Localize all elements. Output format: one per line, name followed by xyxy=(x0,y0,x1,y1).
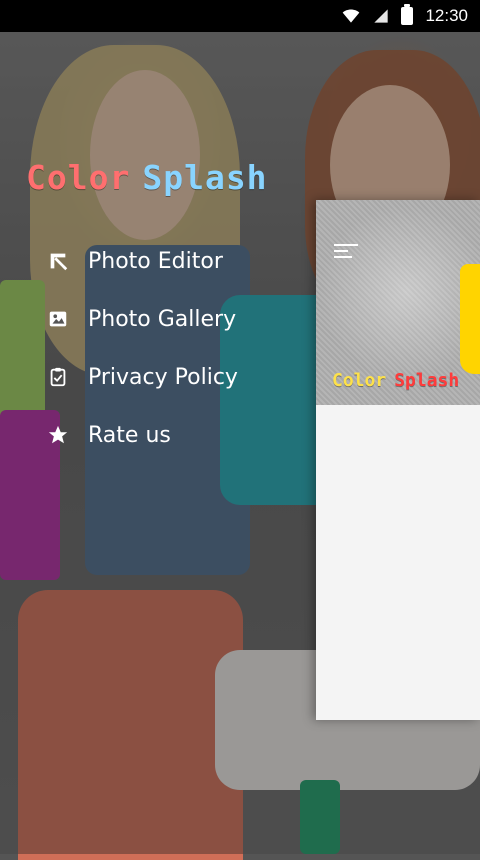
menu-item-rate-us[interactable]: Rate us xyxy=(46,406,238,464)
main-header-title-part2: Splash xyxy=(394,370,460,391)
status-bar: 12:30 xyxy=(0,0,480,32)
drawer-brand-part2: Splash xyxy=(142,158,268,197)
status-icons: 12:30 xyxy=(341,0,468,32)
drawer-brand-logo: Color Splash xyxy=(26,158,268,197)
wifi-icon xyxy=(343,9,360,23)
status-time: 12:30 xyxy=(425,6,468,25)
image-icon xyxy=(46,307,70,331)
main-header-title: Color Splash xyxy=(332,370,459,391)
menu-item-privacy-policy[interactable]: Privacy Policy xyxy=(46,348,238,406)
drawer-menu: Photo Editor Photo Gallery Privacy Polic… xyxy=(46,232,238,464)
menu-item-photo-gallery[interactable]: Photo Gallery xyxy=(46,290,238,348)
menu-item-label: Photo Editor xyxy=(88,248,223,274)
clipboard-check-icon xyxy=(46,365,70,389)
menu-item-photo-editor[interactable]: Photo Editor xyxy=(46,232,238,290)
main-header-image: Color Splash xyxy=(316,200,480,405)
menu-item-label: Photo Gallery xyxy=(88,306,237,332)
star-icon xyxy=(46,423,70,447)
menu-item-label: Rate us xyxy=(88,422,171,448)
navigation-drawer: Color Splash Photo Editor Photo Gallery … xyxy=(0,32,316,854)
signal-icon xyxy=(374,9,389,23)
main-content-panel: Color Splash xyxy=(316,200,480,720)
edit-icon xyxy=(46,249,70,273)
battery-icon xyxy=(401,4,414,25)
menu-item-label: Privacy Policy xyxy=(88,364,238,390)
drawer-brand-part1: Color xyxy=(26,158,131,197)
header-yellow-accent xyxy=(460,264,480,374)
main-header-title-part1: Color xyxy=(332,370,387,391)
menu-icon[interactable] xyxy=(334,240,358,260)
